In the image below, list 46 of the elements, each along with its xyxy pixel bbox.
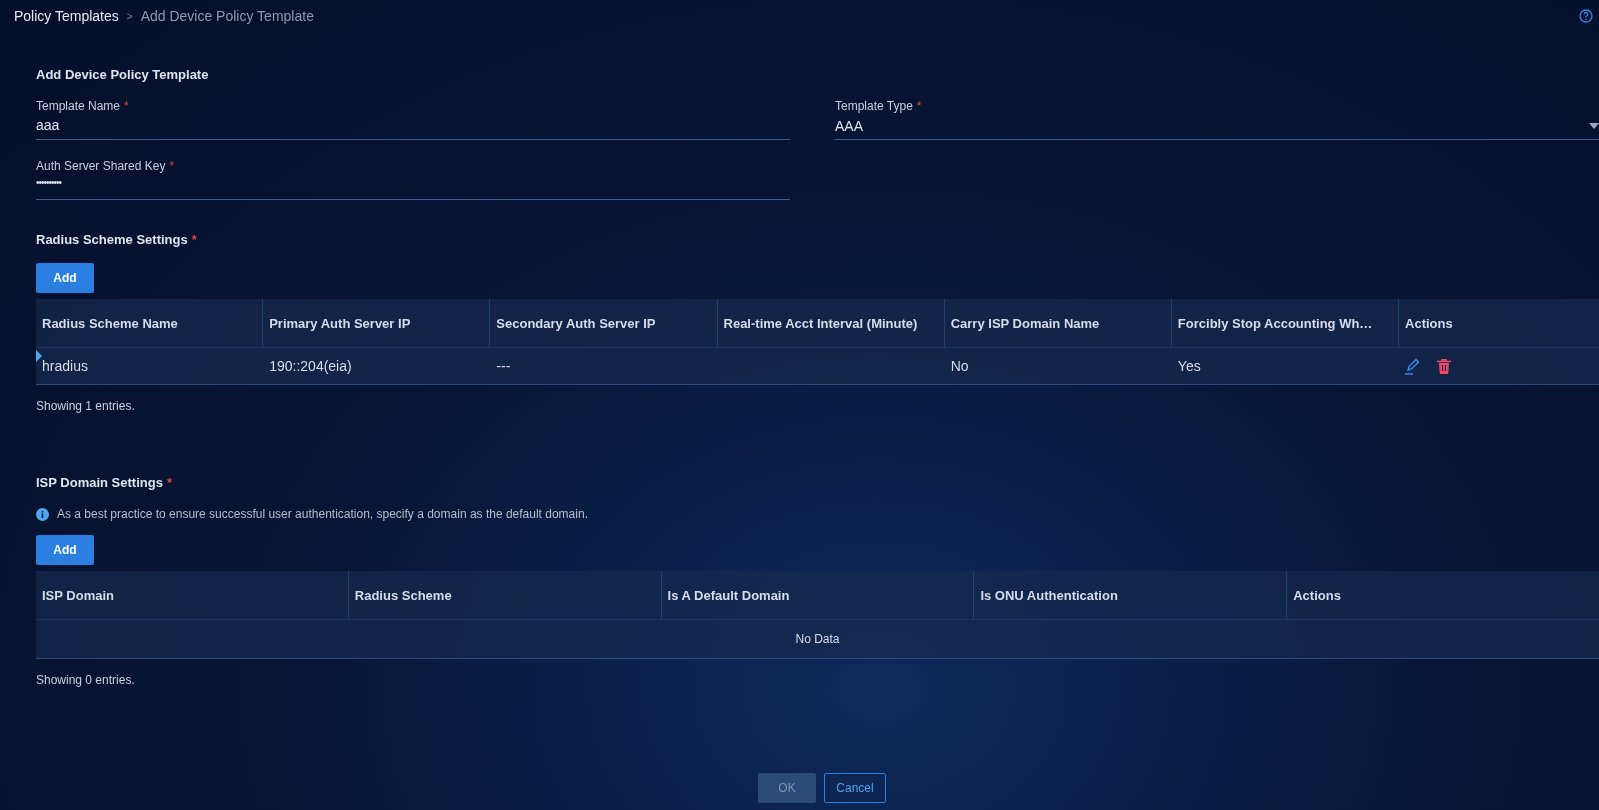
breadcrumb-item: Add Device Policy Template [140, 8, 314, 24]
required-mark: * [124, 99, 129, 113]
column-header: Is A Default Domain [661, 571, 975, 619]
table-cell-text: --- [495, 358, 512, 374]
help-icon[interactable] [1579, 9, 1593, 23]
breadcrumb-separator: > [126, 10, 133, 22]
table-cell-text: Yes [1176, 358, 1202, 374]
add-button[interactable]: Add [36, 263, 94, 293]
entries-count: Showing 1 entries. [36, 399, 136, 413]
input-field[interactable]: aaa [36, 113, 790, 140]
column-header: Radius Scheme Name [36, 299, 264, 347]
column-header: Actions [1404, 314, 1454, 333]
delete-icon[interactable] [1437, 358, 1452, 374]
add-button[interactable]: Add [36, 535, 94, 565]
form-title: Add Device Policy Template [36, 67, 210, 82]
required-mark: * [166, 475, 172, 490]
field-label: Template Name [36, 99, 121, 113]
dropdown-caret-icon [1589, 122, 1599, 129]
breadcrumb-item[interactable]: Policy Templates [14, 8, 119, 24]
info-icon [36, 507, 49, 521]
entries-count: Showing 0 entries. [36, 673, 136, 687]
column-header: Secondary Auth Server IP [490, 299, 718, 347]
column-header: Primary Auth Server IP [263, 299, 491, 347]
edit-icon[interactable] [1405, 357, 1422, 375]
column-header: Carry ISP Domain Name [944, 299, 1172, 347]
required-mark: * [169, 159, 175, 173]
column-header: Radius Scheme [348, 571, 662, 619]
cancel-button[interactable]: Cancel [824, 773, 886, 803]
section-title: ISP Domain Settings [36, 475, 163, 490]
table-cell-text: hradius [41, 358, 89, 374]
select-field[interactable]: AAA [835, 113, 1599, 140]
table-cell-text: 190::204(eia) [268, 358, 353, 374]
field-label: Auth Server Shared Key [36, 159, 166, 173]
column-header: ISP Domain [36, 571, 349, 619]
section-title: Radius Scheme Settings [36, 232, 188, 247]
empty-message: No Data [36, 619, 1599, 658]
column-header: Real-time Acct Interval (Minute) [717, 299, 945, 347]
required-mark: * [916, 99, 922, 113]
required-mark: * [191, 232, 197, 247]
column-header: Actions [1292, 586, 1342, 605]
field-label: Template Type [835, 99, 913, 113]
password-field[interactable]: •••••••••• [36, 173, 790, 200]
column-header: Is ONU Authentication [974, 571, 1288, 619]
table-cell-text: No [949, 358, 970, 374]
column-header: Forcibly Stop Accounting Wh… [1171, 299, 1400, 347]
hint-text: As a best practice to ensure successful user authentication, specify a domain as the default domain. [57, 507, 588, 521]
